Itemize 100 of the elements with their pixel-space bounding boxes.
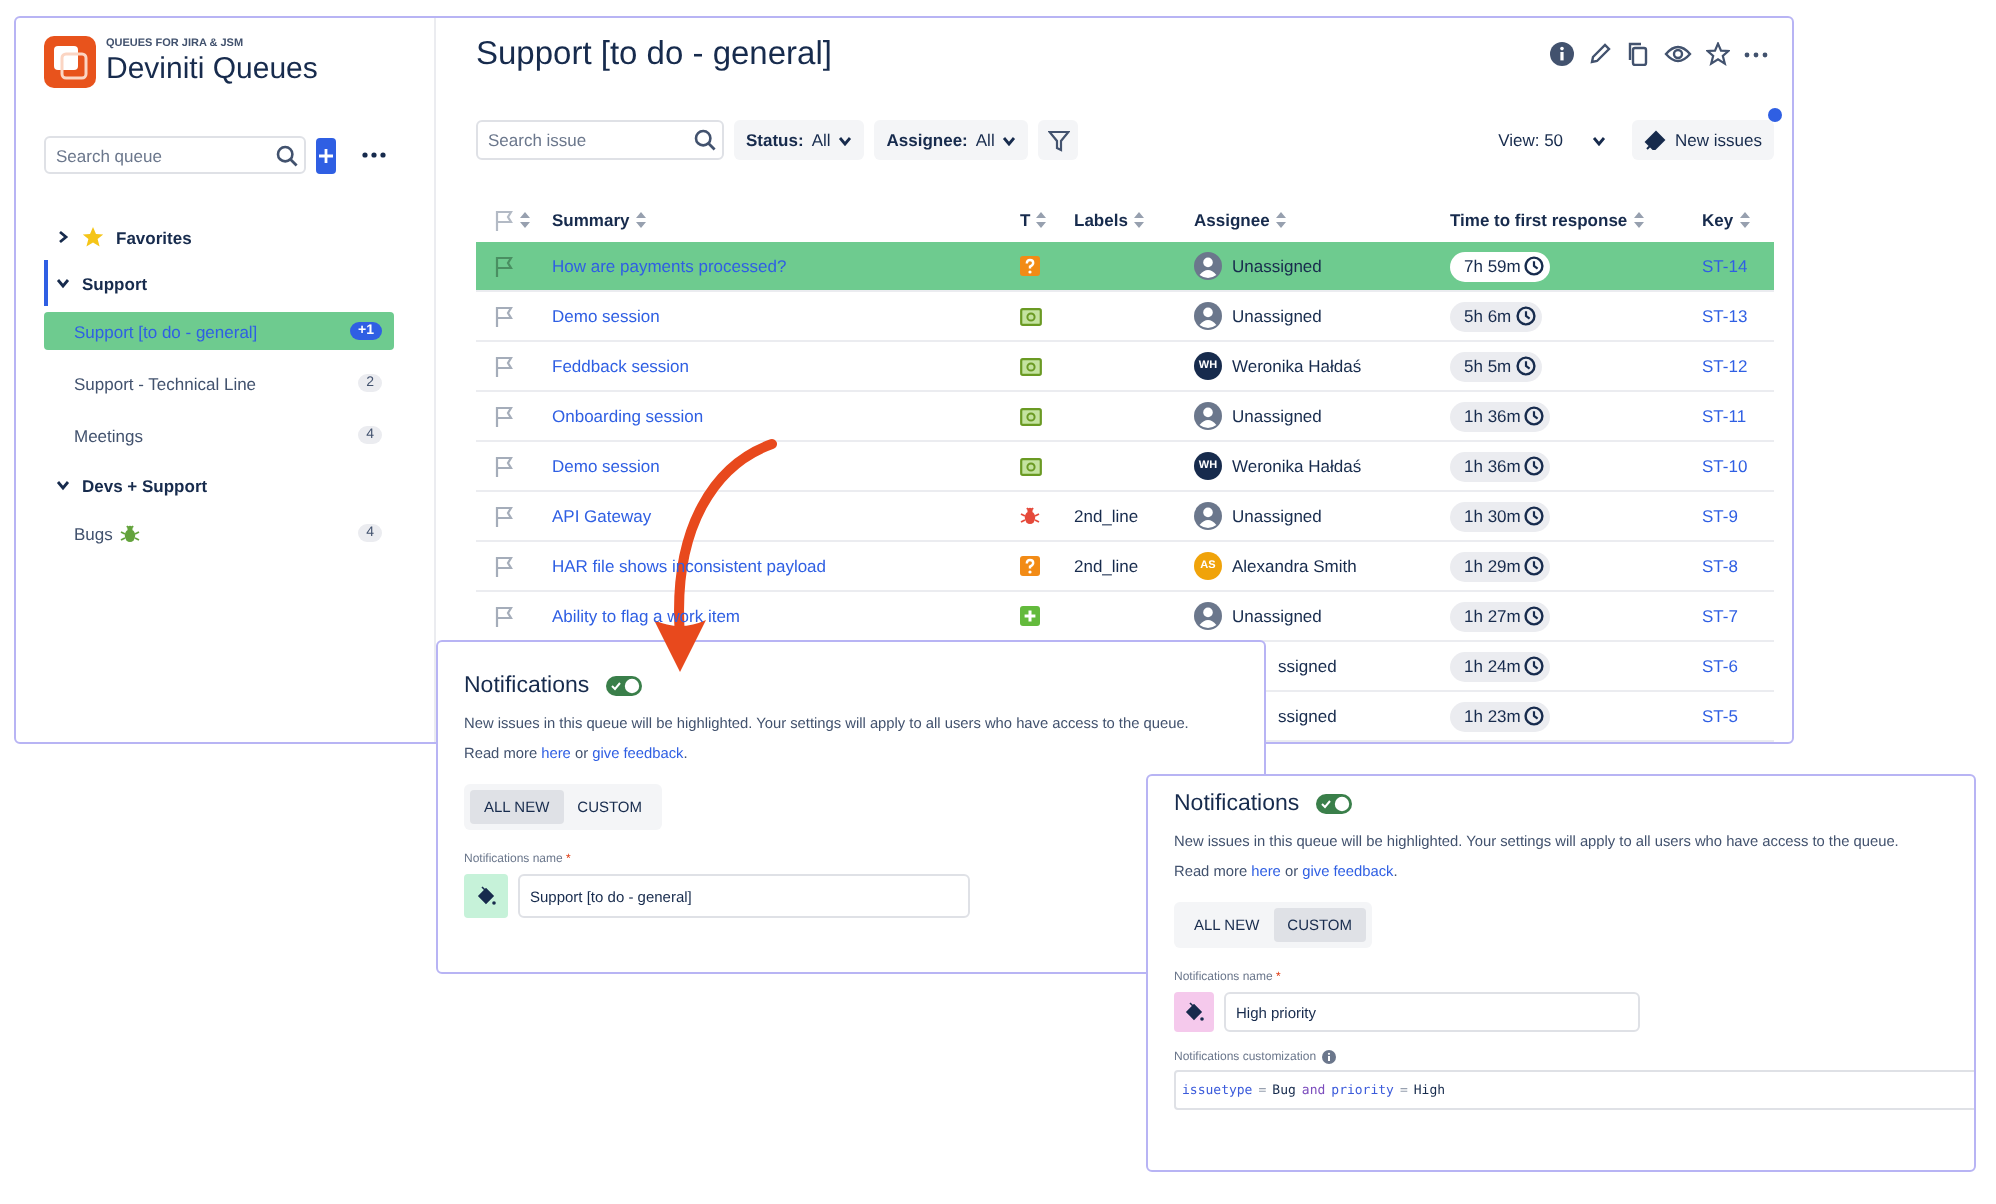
clock-icon bbox=[1524, 556, 1545, 576]
issue-key[interactable]: ST-13 bbox=[1702, 306, 1748, 326]
sort-icon bbox=[1275, 212, 1286, 228]
time-pill: 5h 6m bbox=[1450, 301, 1542, 331]
plus-icon bbox=[1020, 606, 1040, 626]
sort-icon bbox=[1633, 212, 1644, 228]
search-field[interactable]: Search issue bbox=[476, 120, 724, 160]
flag-icon bbox=[494, 255, 514, 277]
chevron-down-icon bbox=[56, 478, 70, 492]
cash-icon bbox=[1020, 407, 1042, 425]
page-title: Support [to do - general] bbox=[476, 35, 832, 73]
issue-key[interactable]: ST-12 bbox=[1702, 356, 1748, 376]
column-header[interactable]: Key bbox=[1702, 210, 1734, 230]
issue-key[interactable]: ST-10 bbox=[1702, 456, 1748, 476]
color-swatch[interactable] bbox=[1174, 992, 1214, 1032]
star-icon bbox=[82, 226, 104, 248]
flag-icon bbox=[494, 405, 514, 427]
issue-link[interactable]: Onboarding session bbox=[552, 406, 704, 426]
panel-title: Notifications bbox=[1174, 792, 1300, 816]
sidebar-group[interactable]: Favorites bbox=[44, 214, 394, 260]
sort-icon bbox=[1036, 212, 1047, 228]
flag-icon bbox=[494, 555, 514, 577]
cash-icon bbox=[1020, 357, 1042, 375]
table-row[interactable]: API Gateway 2nd_line Unassigned 1h 30m ST-9 bbox=[476, 492, 1774, 542]
eye-icon bbox=[1664, 44, 1692, 64]
issue-link[interactable]: Feddback session bbox=[552, 356, 690, 376]
clock-icon bbox=[1524, 406, 1545, 426]
column-header[interactable]: Labels bbox=[1074, 210, 1128, 230]
time-pill: 1h 30m bbox=[1450, 501, 1551, 531]
sidebar-group[interactable]: Devs + Support bbox=[44, 462, 394, 508]
assignee-name: Unassigned bbox=[1232, 606, 1322, 626]
bug-icon bbox=[1020, 506, 1040, 526]
issue-link[interactable]: Demo session bbox=[552, 306, 660, 326]
cash-icon bbox=[1020, 457, 1042, 475]
assignee-name: Unassigned bbox=[1232, 306, 1322, 326]
table-row[interactable]: Onboarding session Unassigned 1h 36m ST-11 bbox=[476, 392, 1774, 442]
filter-dropdown[interactable]: Status: All bbox=[734, 120, 865, 160]
issue-key[interactable]: ST-5 bbox=[1702, 706, 1738, 726]
issue-key[interactable]: ST-11 bbox=[1702, 406, 1747, 426]
search-icon bbox=[276, 144, 298, 166]
assignee-name: Unassigned bbox=[1232, 256, 1322, 276]
new-issues-button[interactable]: New issues bbox=[1631, 120, 1774, 160]
filter-dropdown[interactable]: Assignee: All bbox=[874, 120, 1029, 160]
issue-key[interactable]: ST-8 bbox=[1702, 556, 1738, 576]
column-header[interactable]: Time to first response bbox=[1450, 210, 1628, 230]
funnel-icon bbox=[1047, 129, 1070, 151]
flag-icon bbox=[494, 455, 514, 477]
clock-icon bbox=[1515, 306, 1536, 326]
time-pill: 1h 36m bbox=[1450, 401, 1551, 431]
assignee-name: Unassigned bbox=[1232, 406, 1322, 426]
issue-link[interactable]: Demo session bbox=[552, 456, 660, 476]
column-header[interactable]: Summary bbox=[552, 210, 630, 230]
issue-key[interactable]: ST-9 bbox=[1702, 506, 1738, 526]
app-title: Deviniti Queues bbox=[106, 52, 318, 86]
toggle-switch[interactable] bbox=[605, 676, 642, 696]
time-pill: 7h 59m bbox=[1450, 251, 1551, 281]
column-header[interactable]: Assignee bbox=[1194, 210, 1270, 230]
bug-icon bbox=[120, 523, 141, 543]
clock-icon bbox=[1524, 506, 1545, 526]
search-field[interactable]: Search queue bbox=[44, 136, 306, 174]
table-row[interactable]: Demo session Unassigned 5h 6m ST-13 bbox=[476, 292, 1774, 342]
toggle-switch[interactable] bbox=[1315, 794, 1352, 814]
add-button[interactable] bbox=[316, 137, 336, 173]
chevron-down-icon bbox=[1591, 133, 1606, 147]
sort-icon bbox=[1133, 212, 1144, 228]
label-text: 2nd_line bbox=[1074, 506, 1139, 526]
issue-link[interactable]: API Gateway bbox=[552, 506, 652, 526]
column-header[interactable]: T bbox=[1020, 210, 1031, 230]
more-icon bbox=[362, 152, 386, 158]
color-swatch[interactable] bbox=[464, 874, 508, 918]
view-dropdown[interactable]: View: 50 bbox=[1498, 130, 1606, 150]
assignee-name: Weronika Hałdaś bbox=[1232, 456, 1362, 476]
assignee-name: Alexandra Smith bbox=[1232, 556, 1357, 576]
search-icon bbox=[694, 129, 716, 151]
avatar-icon bbox=[1194, 402, 1222, 430]
sort-icon bbox=[520, 212, 530, 228]
time-pill: 1h 23m bbox=[1450, 701, 1551, 731]
flag-icon bbox=[494, 355, 514, 377]
pencil-icon bbox=[1588, 42, 1612, 66]
flag-icon bbox=[494, 505, 514, 527]
chevron-down-icon bbox=[56, 276, 70, 290]
clock-icon bbox=[1524, 656, 1545, 676]
avatar-icon bbox=[1194, 602, 1222, 630]
panel-title: Notifications bbox=[464, 674, 590, 698]
filter-button[interactable] bbox=[1038, 120, 1079, 160]
clock-icon bbox=[1524, 256, 1545, 276]
cash-icon bbox=[1020, 307, 1042, 325]
info-icon bbox=[1322, 1050, 1337, 1064]
chevron-down-icon bbox=[838, 133, 853, 147]
chevron-down-icon bbox=[1002, 133, 1017, 147]
clock-icon bbox=[1524, 456, 1545, 476]
assignee-name: ssigned bbox=[1276, 706, 1337, 726]
issue-key[interactable]: ST-6 bbox=[1702, 656, 1738, 676]
sidebar-group[interactable]: Support bbox=[44, 260, 394, 306]
time-pill: 1h 36m bbox=[1450, 451, 1551, 481]
assignee-name: ssigned bbox=[1276, 656, 1337, 676]
copy-icon bbox=[1626, 42, 1650, 66]
clock-icon bbox=[1524, 606, 1545, 626]
issue-key[interactable]: ST-7 bbox=[1702, 606, 1738, 626]
avatar-icon bbox=[1194, 302, 1222, 330]
